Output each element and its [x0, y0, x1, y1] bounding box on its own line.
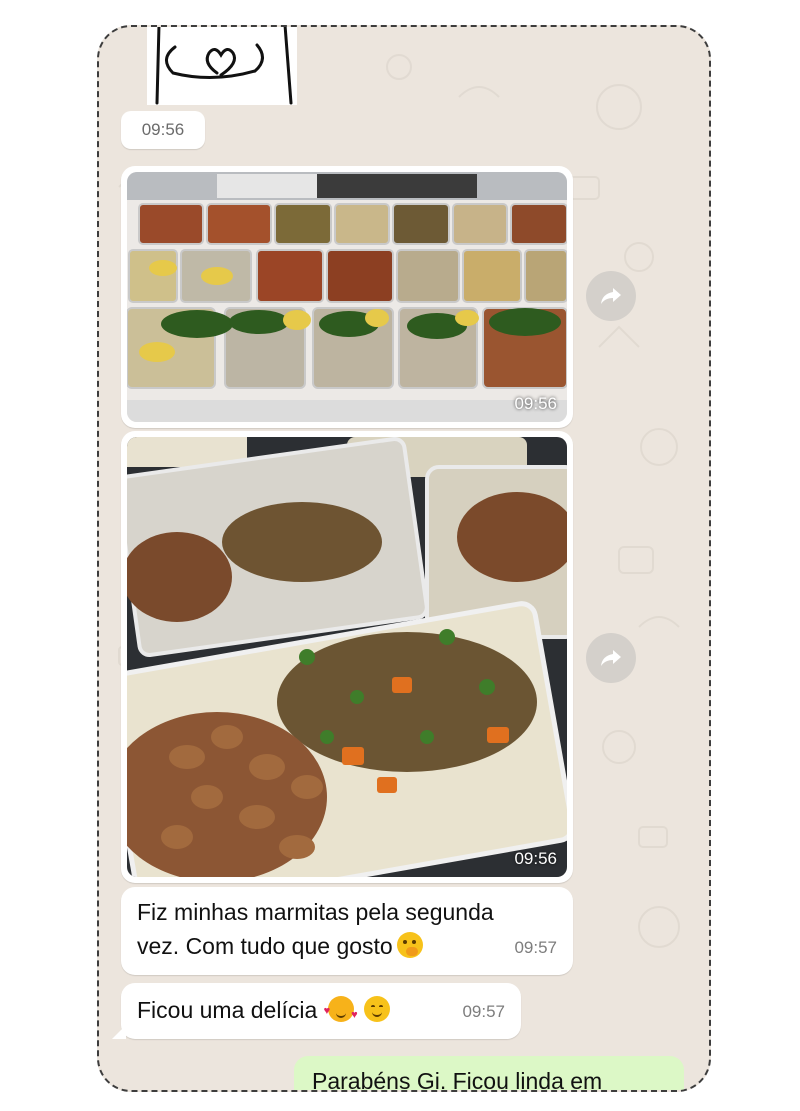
forward-button-1[interactable] — [586, 271, 636, 321]
text-message-2[interactable]: Ficou uma delícia ♥ ♥ 09:57 — [112, 983, 521, 1039]
smiling-face-emoji — [364, 996, 391, 1022]
chat-window: 09:56 09:56 09:56 Fiz minhas marmitas pe… — [97, 25, 711, 1092]
forward-arrow-icon — [601, 288, 621, 304]
photo-1-timestamp: 09:56 — [514, 394, 557, 413]
photo-2-timestamp: 09:56 — [514, 849, 557, 868]
photo-message-1[interactable]: 09:56 — [121, 166, 573, 428]
message-1-timestamp: 09:57 — [514, 938, 557, 957]
outgoing-message-preview[interactable]: Parabéns Gi. Ficou linda em — [294, 1056, 684, 1092]
bubble-tail — [112, 1025, 126, 1039]
sticker-image[interactable] — [147, 27, 297, 105]
message-1-line-1: Fiz minhas marmitas pela segunda — [137, 899, 494, 925]
heart-drawing-sticker — [155, 27, 293, 105]
face-with-hand-over-mouth-emoji — [396, 932, 423, 958]
meal-prep-photo-containers — [127, 172, 567, 422]
message-2-text: Ficou uma delícia — [137, 997, 318, 1023]
text-message-1[interactable]: Fiz minhas marmitas pela segunda vez. Co… — [121, 887, 573, 975]
sticker-timestamp: 09:56 — [121, 111, 205, 149]
forward-button-2[interactable] — [586, 633, 636, 683]
message-1-line-2: vez. Com tudo que gosto — [137, 933, 393, 959]
meal-prep-photo-closeup — [127, 437, 567, 877]
photo-message-2[interactable]: 09:56 — [121, 431, 573, 883]
outgoing-message-text: Parabéns Gi. Ficou linda em — [312, 1068, 603, 1092]
forward-arrow-icon — [601, 650, 621, 666]
smiling-face-with-hearts-emoji: ♥ ♥ — [324, 996, 358, 1022]
message-2-timestamp: 09:57 — [462, 1002, 505, 1021]
